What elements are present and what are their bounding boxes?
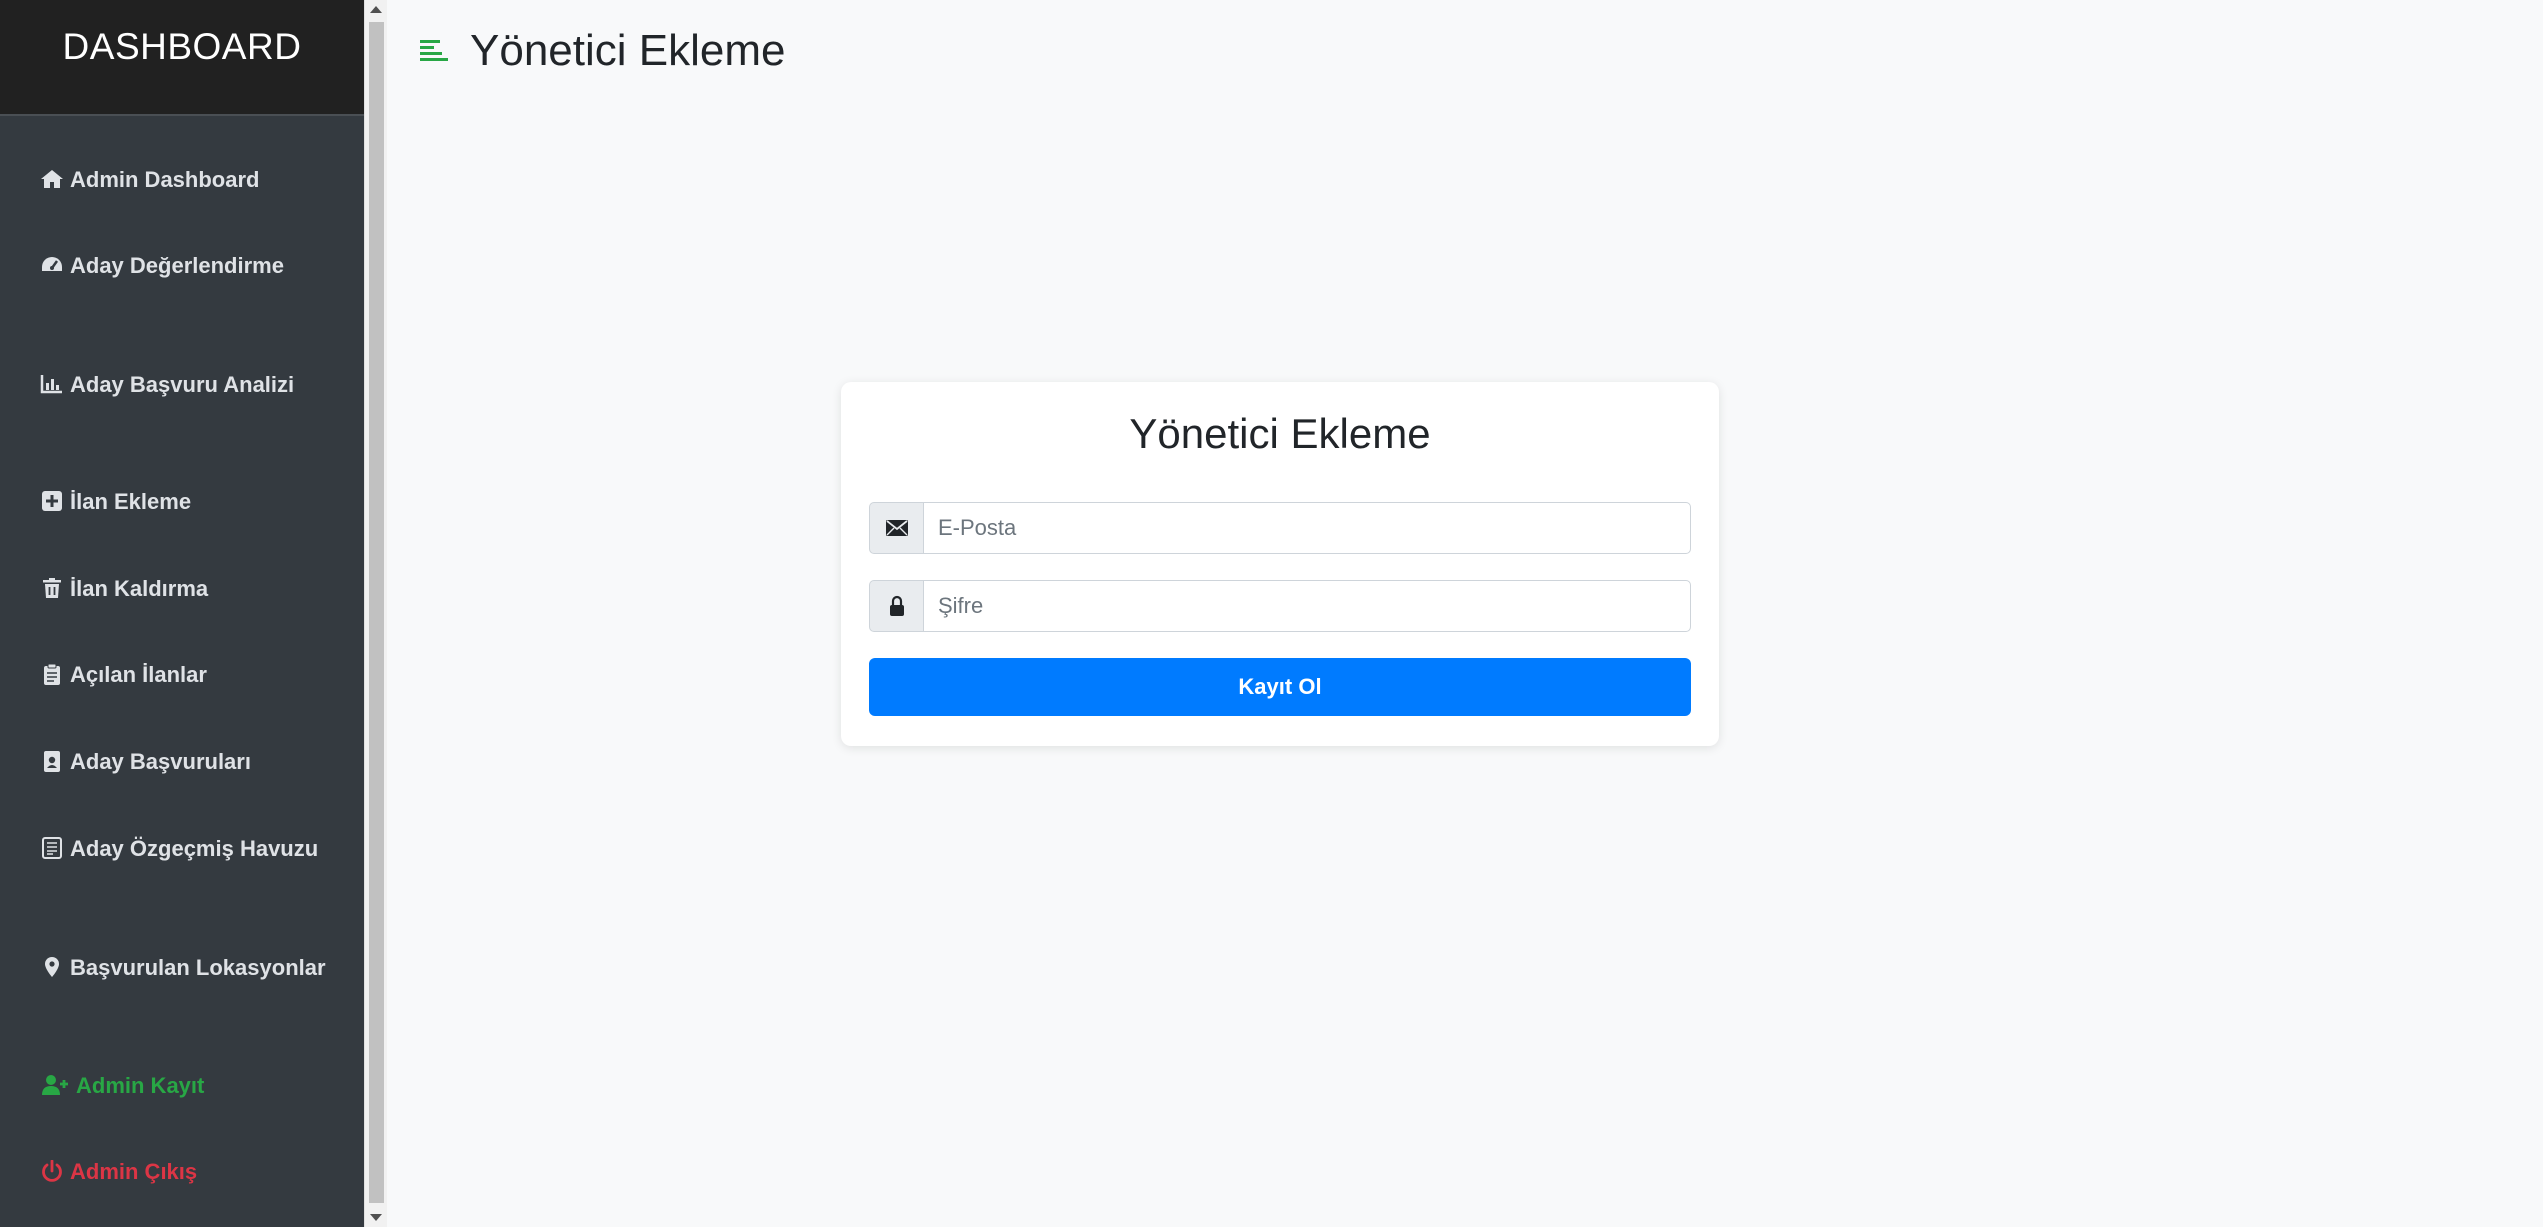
envelope-icon xyxy=(885,520,908,536)
sidebar-item-label: Admin Çıkış xyxy=(70,1159,198,1184)
sidebar-item-aday-degerlendirme[interactable]: Aday Değerlendirme xyxy=(40,250,340,282)
sidebar-item-aday-basvurulari[interactable]: Aday Başvuruları xyxy=(40,746,340,778)
sidebar-item-admin-kayit[interactable]: Admin Kayıt xyxy=(40,1070,340,1102)
menu-align-left-icon[interactable] xyxy=(420,36,450,66)
password-field[interactable] xyxy=(923,580,1691,632)
id-badge-icon xyxy=(44,751,60,772)
email-field[interactable] xyxy=(923,502,1691,554)
sidebar-item-ilan-kaldirma[interactable]: İlan Kaldırma xyxy=(40,573,340,605)
user-plus-icon xyxy=(42,1075,68,1095)
sidebar-item-label: Admin Dashboard xyxy=(70,167,260,192)
scroll-thumb[interactable] xyxy=(369,22,384,1203)
sidebar-item-label: Aday Değerlendirme xyxy=(70,253,284,278)
plus-square-icon xyxy=(42,491,62,511)
power-icon xyxy=(42,1160,62,1182)
sidebar-item-acilan-ilanlar[interactable]: Açılan İlanlar xyxy=(40,659,340,691)
register-button[interactable]: Kayıt Ol xyxy=(869,658,1691,716)
sidebar-item-label: İlan Ekleme xyxy=(70,489,192,514)
sidebar-item-label: Aday Başvuruları xyxy=(70,749,251,774)
password-input-group xyxy=(869,580,1691,632)
clipboard-icon xyxy=(44,663,60,685)
file-text-icon xyxy=(42,837,62,859)
map-marker-icon xyxy=(45,957,59,977)
home-icon xyxy=(41,170,63,188)
sidebar-item-aday-basvuru-analizi[interactable]: Aday Başvuru Analizi xyxy=(40,369,340,401)
sidebar-item-label: Aday Özgeçmiş Havuzu xyxy=(70,836,319,861)
scroll-down-arrow-icon[interactable] xyxy=(370,1214,382,1221)
sidebar-item-admin-cikis[interactable]: Admin Çıkış xyxy=(40,1156,340,1188)
sidebar-item-label: Aday Başvuru Analizi xyxy=(70,372,295,397)
scroll-up-arrow-icon[interactable] xyxy=(370,6,382,13)
card-title: Yönetici Ekleme xyxy=(1129,410,1431,457)
sidebar-item-label: Başvurulan Lokasyonlar xyxy=(70,955,326,980)
brand-title[interactable]: DASHBOARD xyxy=(63,26,302,114)
email-input-group xyxy=(869,502,1691,554)
sidebar-item-label: İlan Kaldırma xyxy=(70,576,209,601)
sidebar-item-aday-ozgecmis-havuzu[interactable]: Aday Özgeçmiş Havuzu xyxy=(40,833,340,865)
lock-icon xyxy=(889,595,904,616)
page-title: Yönetici Ekleme xyxy=(470,26,786,75)
admin-add-card: Yönetici Ekleme Kayıt Ol xyxy=(841,382,1719,746)
sidebar-header: DASHBOARD xyxy=(0,0,364,116)
sidebar-item-basvurulan-lokasyonlar[interactable]: Başvurulan Lokasyonlar xyxy=(40,952,340,984)
tachometer-icon xyxy=(42,257,62,271)
sidebar-item-label: Admin Kayıt xyxy=(76,1073,205,1098)
page-header: Yönetici Ekleme xyxy=(420,26,785,76)
bar-chart-icon xyxy=(40,375,62,394)
trash-icon xyxy=(43,578,61,598)
sidebar: DASHBOARD Admin Dashboard Aday Değerlend… xyxy=(0,0,364,1227)
sidebar-item-admin-dashboard[interactable]: Admin Dashboard xyxy=(40,164,340,196)
sidebar-item-ilan-ekleme[interactable]: İlan Ekleme xyxy=(40,486,340,518)
sidebar-scrollbar[interactable] xyxy=(364,0,387,1227)
sidebar-item-label: Açılan İlanlar xyxy=(70,662,207,687)
email-addon xyxy=(869,502,923,554)
password-addon xyxy=(869,580,923,632)
